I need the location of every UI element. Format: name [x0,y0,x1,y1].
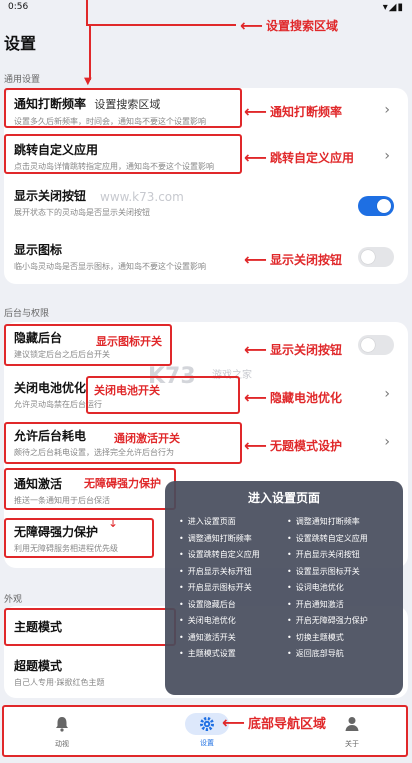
chevron-right-icon: › [384,102,390,118]
watermark: www.k73.com [100,190,184,204]
overlay-item: 返回底部导航 [287,648,389,660]
gear-icon [200,717,214,731]
guide-overlay: 进入设置页面 进入设置页面 调整通知打断频率 调整通知打断频率 设置跳转自定义应… [165,481,403,695]
overlay-item: 关闭电池优化 [179,615,281,627]
nav-label: 动视 [55,740,69,748]
nav-item-dynamic[interactable]: 动视 [32,715,92,749]
chevron-right-icon: › [384,434,390,450]
overlay-item: 设置跳转自定义应用 [287,533,389,545]
row-notification-frequency[interactable]: 通知打断频率 设置搜索区域 设置多久后新频率，时间会，通知岛不要这个设置影响 › [4,88,408,134]
inline-annotation: 关闭电池开关 [94,384,160,397]
top-annotation: ⟵ 设置搜索区域 [240,16,338,35]
overlay-item: 调整通知打断频率 [179,533,281,545]
bell-icon [56,717,68,732]
show-icon-toggle[interactable] [358,247,394,267]
overlay-item: 开启显示关闭按钮 [287,549,389,561]
overlay-item: 切换主题模式 [287,632,389,644]
status-icons: ▾◢▮ [382,1,404,13]
annotation-right: ⟵ 显示关闭按钮 [244,340,342,359]
annotation-right: ⟵ 显示关闭按钮 [244,250,342,269]
row-battery-optimization[interactable]: 关闭电池优化 允许灵动岛禁在后台运行 › [4,372,408,420]
nav-label: 设置 [200,739,214,747]
annotation-right: ⟵ 通知打断频率 [244,102,342,121]
chevron-right-icon: › [384,148,390,164]
row-title: 通知打断频率 [14,97,87,111]
status-time: 0:56 [8,2,29,12]
show-close-toggle[interactable] [358,196,394,216]
section-general: 通用设置 [4,75,41,85]
annotation-right: ⟵ 跳转自定义应用 [244,148,354,167]
annotation-right: ⟵ 隐藏电池优化 [244,388,342,407]
overlay-title: 进入设置页面 [247,491,320,505]
inline-annotation: 通闭激活开关 [114,432,180,445]
watermark-2: 游戏之家 [212,370,252,381]
overlay-item: 开启显示图标开关 [179,582,281,594]
general-settings-card: 通知打断频率 设置搜索区域 设置多久后新频率，时间会，通知岛不要这个设置影响 ›… [4,88,408,284]
inline-annotation: 无障碍强力保护 [84,477,161,490]
nav-item-about[interactable]: 关于 [322,715,382,749]
inline-annotation: 显示图标开关 [96,335,162,348]
row-subtitle: 展开状态下的灵动岛是否显示关闭按钮 [14,208,150,217]
hide-background-toggle[interactable] [358,335,394,355]
overlay-item: 开启无障碍强力保护 [287,615,389,627]
down-arrow-icon: ↓ [108,516,119,530]
section-background: 后台与权限 [4,309,50,319]
bottom-nav-annotation: ⟵ 底部导航区域 [222,713,326,732]
person-icon [345,717,359,731]
row-background-power[interactable]: 允许后台耗电 颇待之后台耗电设置，选择完全允许后台行为 › [4,420,408,468]
down-arrow-icon: ▼ [84,76,92,87]
overlay-item: 设置显示图标开关 [287,566,389,578]
overlay-item: 开启通知激活 [287,599,389,611]
row-show-icon[interactable]: 显示图标 临小岛灵动岛是否显示图标，通知岛不要这个设置影响 [4,234,408,284]
page-title: 设置 [4,34,37,53]
overlay-item: 调整通知打断频率 [287,516,389,528]
section-appearance: 外观 [4,595,23,605]
row-show-close-button[interactable]: 显示关闭按钮 展开状态下的灵动岛是否显示关闭按钮 [4,180,408,234]
row-hide-background[interactable]: 隐藏后台 建议锁定后台之后后台开关 [4,322,408,372]
row-title: 显示关闭按钮 [14,189,87,203]
overlay-item: 通知激活开关 [179,632,281,644]
chevron-right-icon: › [384,386,390,402]
overlay-item: 设置跳转自定义应用 [179,549,281,561]
overlay-item-grid: 进入设置页面 调整通知打断频率 调整通知打断频率 设置跳转自定义应用 设置跳转自… [179,516,389,660]
overlay-item: 进入设置页面 [179,516,281,528]
bottom-navigation: 动视 设置 关于 [2,705,408,757]
overlay-item: 开启显示关标开钮 [179,566,281,578]
overlay-item: 主题模式设置 [179,648,281,660]
annotation-right: ⟵ 无题模式设护 [244,436,342,455]
row-title-suffix: 设置搜索区域 [94,98,161,111]
top-annotation-arrow [89,26,91,80]
overlay-item: 设置隐藏后台 [179,599,281,611]
nav-label: 关于 [345,740,359,748]
top-annotation-box [86,0,236,26]
overlay-item: 设词电池优化 [287,582,389,594]
